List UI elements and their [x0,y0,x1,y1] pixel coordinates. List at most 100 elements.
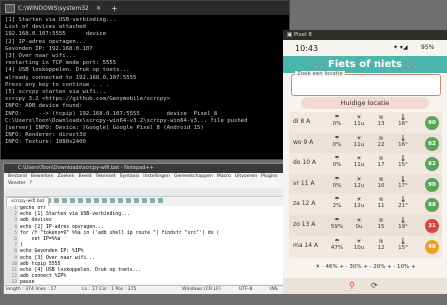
rain-icon: ☂ [334,196,340,204]
forecast-row[interactable]: vr 11 A ☂ 0% ☀ 12u ≋ 10 🌡 17° 90 [289,173,442,196]
menu-item[interactable]: ? [29,180,31,187]
emulator-titlebar[interactable]: ▣ Pixel 8 [283,30,447,40]
forecast-value: 21° [398,203,408,210]
rain-icon: ☂ [334,175,340,183]
score-badge: 88 [425,198,439,213]
score-badge: 90 [425,177,439,192]
forecast-cell: ≋ 11 [371,196,391,210]
terminal-line: [server] INFO: Device: [Google] Google P… [5,125,204,132]
menu-item[interactable]: Beeld [79,173,92,180]
menu-item[interactable]: Bestand [8,173,27,180]
forecast-cell: ☀ 0u [349,217,369,231]
forecast-value: 12u [353,182,365,189]
temp-icon: 🌡 [399,114,407,121]
menu-item[interactable]: Zoeken [58,173,75,180]
forecast-cell: ≋ 13 [371,114,391,128]
forecast-cell: ☀ 12u [349,176,369,190]
forecast-cell: ≋ 15 [371,217,391,231]
menu-item[interactable]: Uitvoeren [235,173,257,180]
terminal-line: INFO: Texture: 1080x2400 [5,139,86,146]
menu-item[interactable]: Bewerken [31,173,54,180]
forecast-day: wo 9 A [293,138,314,146]
wind-icon: ≋ [378,134,384,142]
forecast-row[interactable]: ma 14 A ☂ 47% ☀ 10u ≋ 12 🌡 15° 48 [289,235,442,258]
forecast-row[interactable]: di 8 A ☂ 0% ☀ 11u ≋ 13 🌡 16° 90 [289,112,442,134]
forecast-value: 11u [353,121,365,127]
forecast-value: 13 [377,121,385,127]
menu-item[interactable]: Macro [217,173,231,180]
wind-icon: ≋ [378,237,384,245]
terminal-line: [1] Starten via USB-verbinding... [5,17,117,23]
terminal-titlebar[interactable]: C:\WINDOWS\system32\cmd ✕ + [1,1,289,15]
rain-icon: ☂ [334,237,340,245]
refresh-icon[interactable]: ⟳ [371,281,378,290]
forecast-value: 16° [398,141,408,148]
notepad-toolbar[interactable] [4,188,289,203]
status-eol: Windows (CR LF) [182,287,221,292]
score-badge: 82 [425,136,439,151]
notepad-window[interactable]: C:\Users\Toon\Downloads\scrcpy-wifi.bat … [3,163,290,304]
forecast-row[interactable]: wo 9 A ☂ 0% ☀ 11u ≋ 22 🌡 16° 82 [289,132,442,155]
forecast-value: 12u [353,203,365,210]
wind-icon: ≋ [378,175,384,183]
forecast-value: 0% [332,162,342,169]
sun-icon: ☀ [356,134,362,142]
battery-level: 95% [421,44,435,51]
forecast-value: 15° [398,244,408,251]
forecast-cell: ☂ 2% [327,196,347,210]
menu-item[interactable]: Tekenset [96,173,116,180]
forecast-value: 22 [377,141,385,148]
forecast-cell: ☂ 47% [327,238,347,252]
menu-item[interactable]: Plugins [261,173,277,180]
forecast-value: 12 [377,244,385,251]
emulator-icon: ▣ [287,32,293,38]
bottom-nav[interactable]: ⚲ ⟳ [283,278,447,294]
forecast-cell: ≋ 10 [371,176,391,190]
temp-icon: 🌡 [399,196,407,204]
forecast-value: 15° [398,162,408,169]
forecast-value: 11u [353,162,365,169]
rain-icon: ☂ [334,134,340,142]
code-editor[interactable]: @echo off echo [1] Starten via USB-verbin… [20,206,288,284]
forecast-value: 59% [330,224,344,230]
search-input[interactable] [291,74,441,96]
forecast-value: 10 [377,182,385,189]
forecast-value: 10u [353,244,365,251]
terminal-line: [3] Over naar wifi... [5,53,76,60]
forecast-row[interactable]: zo 13 A ☂ 59% ☀ 0u ≋ 15 🌡 19° 31 [289,215,442,237]
terminal-window[interactable]: C:\WINDOWS\system32\cmd ✕ + [1] Starten … [0,0,290,160]
sun-icon: ☀ [356,217,362,224]
code-line: pause [20,280,35,284]
sun-icon: ☀ [356,114,362,121]
temp-icon: 🌡 [399,237,407,245]
menu-item[interactable]: Venster [8,180,25,187]
forecast-cell: ☂ 59% [327,217,347,231]
temp-icon: 🌡 [399,155,407,163]
terminal-icon [5,3,15,13]
close-tab-icon[interactable]: ✕ [96,5,101,12]
forecast-row[interactable]: za 12 A ☂ 2% ☀ 12u ≋ 11 🌡 21° 88 [289,194,442,217]
forecast-cell: 🌡 16° [393,114,413,128]
menu-item[interactable]: Syntaxis [120,173,140,180]
sun-icon: ☀ [356,237,362,245]
terminal-line: already connected to 192.168.0.107:5555 [5,74,137,81]
forecast-cell: ☀ 11u [349,155,369,169]
terminal-line: [5] scrcpy starten via wifi... [5,89,107,96]
phone-screen[interactable]: 10:43 ✦ ▾◢ 95% 🚲 Fiets of niets 🚲 Zoek e… [283,40,447,294]
forecast-row[interactable]: do 10 A ☂ 0% ☀ 11u ≋ 17 🌡 15° 82 [289,153,442,176]
rain-icon: ☂ [334,114,340,121]
location-pin-icon[interactable]: ⚲ [349,281,355,290]
notepad-menubar[interactable]: Bestand Bewerken Zoeken Beeld Tekenset Syntax… [4,173,289,188]
status-position: Ln : 17 Col : 1 Pos : 375 [82,287,137,292]
current-location-button[interactable]: Huidige locatie [301,97,429,109]
menu-item[interactable]: Instellingen [143,173,170,180]
search-label: Zoek een locatie [295,71,345,77]
terminal-line: Press any key to continue . . . [5,81,110,88]
forecast-cell: ☀ 12u [349,196,369,210]
forecast-cell: 🌡 15° [393,155,413,169]
new-tab-icon[interactable]: + [111,4,118,13]
phone-statusbar: 10:43 ✦ ▾◢ 95% [283,40,447,56]
menu-item[interactable]: Gereedschappen [174,173,213,180]
clock: 10:43 [295,44,319,53]
notepad-statusbar: length : 374 lines : 17 Ln : 17 Col : 1 … [4,285,289,294]
